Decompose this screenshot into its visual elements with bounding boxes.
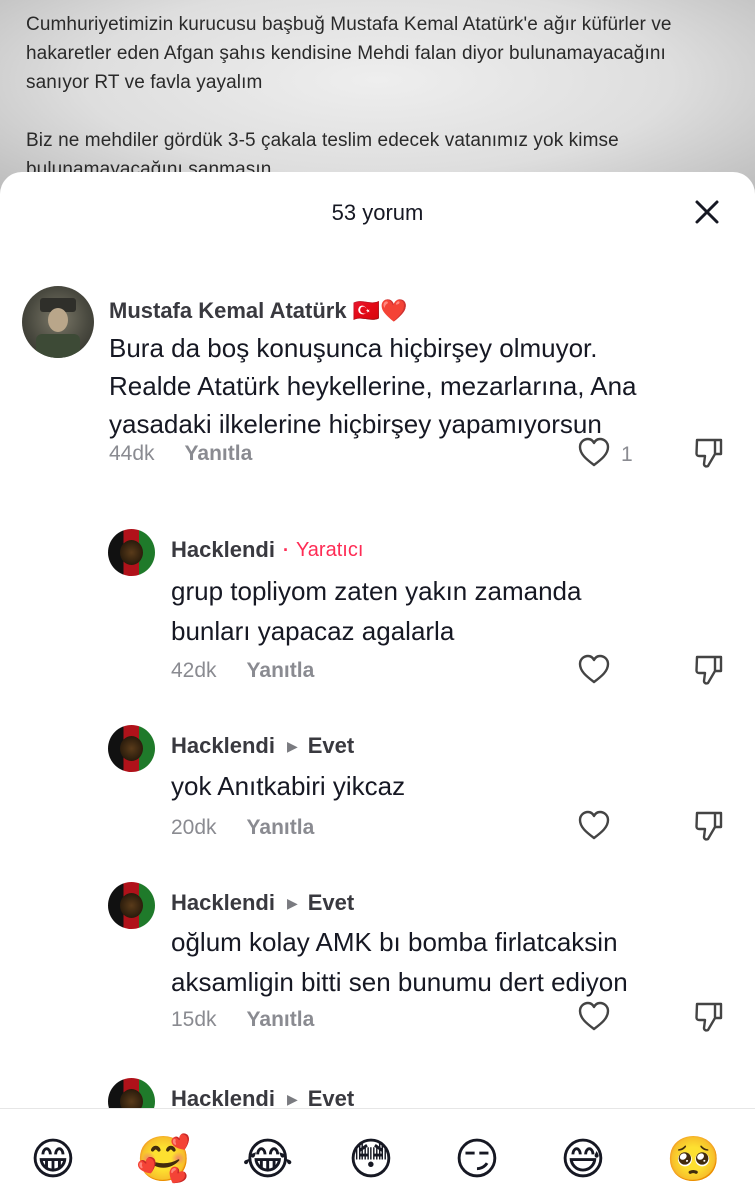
comment-text: yok Anıtkabiri yikcaz <box>171 771 406 801</box>
thumbs-down-icon <box>693 438 725 474</box>
comment-username[interactable]: Mustafa Kemal Atatürk 🇹🇷❤️ <box>109 298 407 324</box>
heart-outline-icon <box>577 436 611 473</box>
flag-emblem <box>120 736 143 761</box>
like-count: 1 <box>621 442 633 466</box>
thumbs-down-icon <box>693 811 725 847</box>
reply-to-user[interactable]: Evet <box>308 733 354 759</box>
triangle-right-icon: ▶ <box>286 737 298 754</box>
avatar[interactable] <box>108 882 155 929</box>
heart-outline-icon <box>577 809 611 846</box>
creator-separator: · <box>282 539 289 560</box>
emoji-button[interactable]: 😅 <box>560 1133 614 1187</box>
flag-emblem <box>120 893 143 918</box>
avatar[interactable] <box>22 286 94 358</box>
emoji-button[interactable]: 🥺 <box>666 1133 721 1187</box>
like-button[interactable] <box>577 809 611 846</box>
reply-button[interactable]: Yanıtla <box>185 442 253 466</box>
thumbs-down-icon <box>693 655 725 691</box>
reply-button[interactable]: Yanıtla <box>247 1008 315 1032</box>
heart-outline-icon <box>577 1000 611 1037</box>
emoji-button[interactable]: 😳 <box>348 1133 402 1187</box>
comment-meta: 42dk Yanıtla <box>171 659 314 683</box>
post-paragraph-1: Cumhuriyetimizin kurucusu başbuğ Mustafa… <box>26 14 672 93</box>
background-post: Cumhuriyetimizin kurucusu başbuğ Mustafa… <box>0 0 755 200</box>
reply-to-user[interactable]: Evet <box>308 890 354 916</box>
comment-meta: 44dk Yanıtla <box>109 442 252 466</box>
comment-item: Mustafa Kemal Atatürk 🇹🇷❤️ Bura da boş k… <box>0 286 755 496</box>
emoji-button[interactable]: 😏 <box>454 1133 508 1187</box>
emoji-quick-bar: 😁 🥰 😂 😳 😏 😅 🥺 <box>0 1108 755 1200</box>
dislike-button[interactable] <box>693 809 725 848</box>
like-button[interactable] <box>577 653 611 690</box>
sheet-header: 53 yorum <box>0 172 755 252</box>
dislike-button[interactable] <box>693 653 725 692</box>
thumbs-down-icon <box>693 1002 725 1038</box>
comments-sheet: 53 yorum Mustafa Kemal Atatürk 🇹🇷❤️ Bura… <box>0 172 755 1200</box>
flag-emblem <box>120 540 143 565</box>
emoji-button[interactable]: 🥰 <box>136 1133 191 1187</box>
triangle-right-icon: ▶ <box>286 894 298 911</box>
comment-meta: 15dk Yanıtla <box>171 1008 314 1032</box>
like-button[interactable]: 1 <box>577 436 633 473</box>
comment-time: 44dk <box>109 442 155 465</box>
emoji-button[interactable]: 😂 <box>242 1133 296 1187</box>
reply-item: Hacklendi ▶ Evet oğlum kolay AMK bı bomb… <box>108 882 755 1052</box>
dislike-button[interactable] <box>693 1000 725 1039</box>
comment-time: 42dk <box>171 659 217 682</box>
reply-item: Hacklendi · Yaratıcı grup topliyom zaten… <box>108 529 755 699</box>
comment-username: Hacklendi · Yaratıcı <box>171 537 364 562</box>
like-button[interactable] <box>577 1000 611 1037</box>
comment-time: 20dk <box>171 816 217 839</box>
dislike-button[interactable] <box>693 436 725 475</box>
reply-item: Hacklendi ▶ Evet yok Anıtkabiri yikcaz 2… <box>108 725 755 855</box>
comment-username: Hacklendi ▶ Evet <box>171 733 355 759</box>
avatar[interactable] <box>108 725 155 772</box>
heart-outline-icon <box>577 653 611 690</box>
reply-button[interactable]: Yanıtla <box>247 816 315 840</box>
reply-button[interactable]: Yanıtla <box>247 659 315 683</box>
avatar[interactable] <box>108 529 155 576</box>
comment-count: 53 yorum <box>331 200 424 225</box>
close-icon[interactable] <box>691 196 723 228</box>
comment-meta: 20dk Yanıtla <box>171 816 314 840</box>
creator-badge: Yaratıcı <box>295 538 364 561</box>
comment-text: Bura da boş konuşunca hiçbirşey olmuyor.… <box>109 333 637 439</box>
comment-username: Hacklendi ▶ Evet <box>171 890 355 916</box>
triangle-right-icon: ▶ <box>286 1090 298 1107</box>
comment-text: grup topliyom zaten yakın zamanda bunlar… <box>171 576 582 646</box>
comment-time: 15dk <box>171 1008 217 1031</box>
emoji-button[interactable]: 😁 <box>30 1133 84 1187</box>
comment-text: oğlum kolay AMK bı bomba firlatcaksin ak… <box>171 927 628 997</box>
